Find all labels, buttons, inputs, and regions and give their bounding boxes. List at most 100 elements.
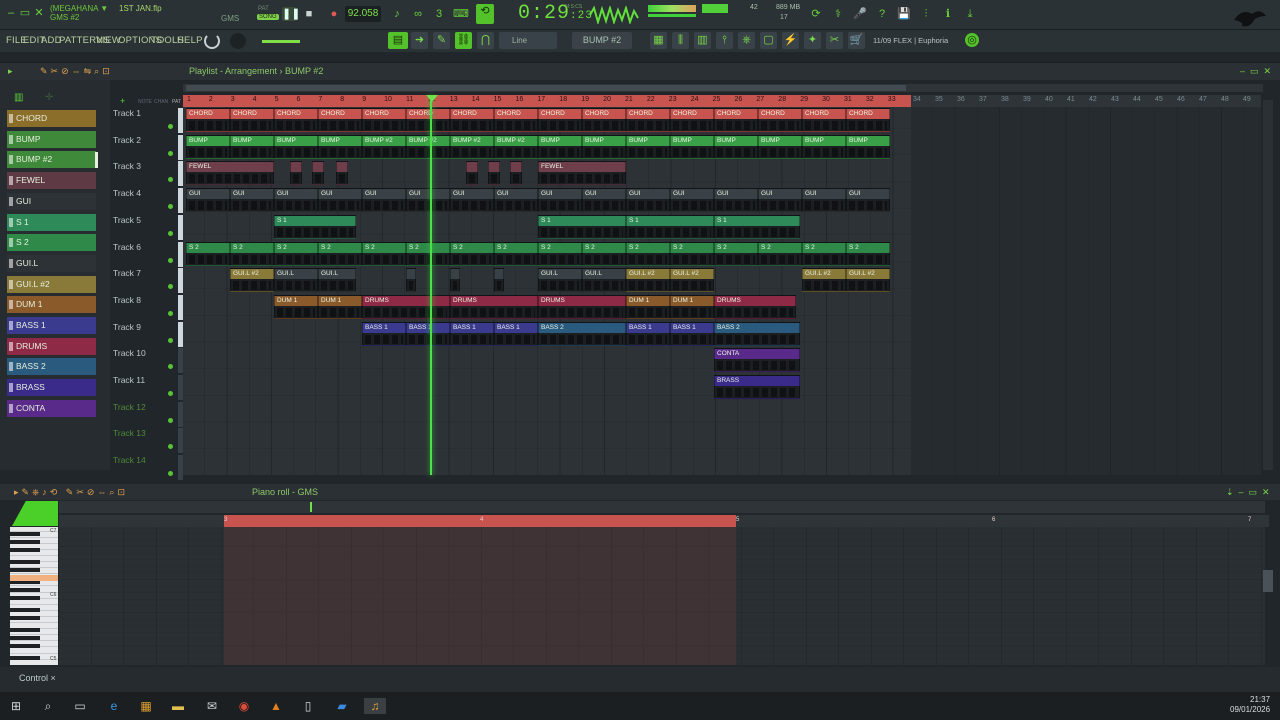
menu-help[interactable]: HELP [177, 35, 203, 46]
pattern-clip[interactable]: DRUMS [714, 294, 796, 319]
pattern-clip[interactable]: BUMP [318, 134, 362, 159]
pattern-clip[interactable]: CHORD [538, 108, 582, 132]
pattern-clip[interactable]: GUI.L #2 [230, 268, 274, 293]
track-mute-led[interactable] [168, 257, 173, 263]
pattern-clip[interactable]: S 2 [846, 241, 890, 266]
pattern-clip[interactable]: S 2 [670, 241, 714, 266]
pattern-clip[interactable]: BASS 1 [362, 321, 406, 346]
pattern-clip[interactable]: BASS 1 [494, 321, 538, 346]
pattern-clip[interactable]: GUI [362, 188, 406, 213]
piano-roll-icon[interactable]: ▥ [694, 32, 711, 49]
pattern-clip[interactable]: S 1 [538, 214, 626, 239]
track-mute-led[interactable] [168, 204, 173, 210]
pattern-clip[interactable]: BASS 2 [538, 321, 626, 346]
track-label[interactable]: Track 14 [113, 455, 173, 465]
tempo-display[interactable]: 92.058 [345, 6, 381, 22]
pattern-clip[interactable]: GUI.L [582, 268, 626, 293]
online-icon[interactable]: ◎ [965, 33, 979, 47]
pattern-clip[interactable]: S 2 [714, 241, 758, 266]
pattern-clip[interactable]: GUI [538, 188, 582, 213]
pattern-clip[interactable]: GUI [846, 188, 890, 213]
picker-item[interactable]: GUI.L #2 [7, 275, 96, 293]
loop-record-icon[interactable]: ⟲ [476, 4, 494, 24]
pattern-clip[interactable]: FEWEL [186, 161, 274, 186]
playlist-grid-empty[interactable] [911, 107, 1261, 475]
plug-icon[interactable]: ⚡ [782, 32, 799, 49]
master-volume-slider[interactable] [262, 40, 300, 43]
pause-button[interactable]: ❚❚ [282, 7, 300, 21]
pattern-clip[interactable]: S 1 [274, 214, 356, 239]
picker-item[interactable]: DUM 1 [7, 296, 96, 314]
record-button[interactable]: ● [327, 7, 341, 21]
pattern-clip[interactable] [290, 161, 302, 186]
window-controls[interactable]: –▭✕ [1240, 66, 1276, 77]
black-key[interactable] [10, 588, 40, 592]
pattern-clip[interactable]: BUMP [714, 134, 758, 159]
link-icon[interactable]: ⛓ [455, 32, 472, 49]
pattern-clip[interactable]: CHORD [406, 108, 450, 132]
pattern-clip[interactable]: GUI [802, 188, 846, 213]
black-key[interactable] [10, 644, 40, 648]
picker-item[interactable]: DRUMS [7, 337, 96, 355]
pattern-clip[interactable]: GUI [230, 188, 274, 213]
track-label[interactable]: Track 2 [113, 135, 173, 145]
track-label[interactable]: Track 12 [113, 402, 173, 412]
folder-icon[interactable]: ▬ [170, 698, 186, 714]
pattern-clip[interactable]: BUMP [186, 134, 230, 159]
pattern-clip[interactable]: BUMP [230, 134, 274, 159]
pattern-clip[interactable]: CHORD [318, 108, 362, 132]
pattern-clip[interactable]: DUM 1 [274, 294, 318, 319]
start-icon[interactable]: ⊞ [8, 698, 24, 714]
track-mute-led[interactable] [168, 230, 173, 236]
track-label[interactable]: Track 4 [113, 188, 173, 198]
track-label[interactable]: Track 11 [113, 375, 173, 385]
pattern-clip[interactable]: CHORD [186, 108, 230, 132]
pattern-clip[interactable]: BUMP [802, 134, 846, 159]
pattern-clip[interactable]: S 2 [362, 241, 406, 266]
system-clock[interactable]: 21:37 09/01/2026 [1230, 695, 1270, 715]
pattern-clip[interactable]: GUI [626, 188, 670, 213]
pattern-clip[interactable]: GUI [406, 188, 450, 213]
metronome-icon[interactable]: ♪ [390, 7, 404, 21]
pattern-clip[interactable]: GUI.L #2 [846, 268, 890, 293]
task-view-icon[interactable]: ▭ [72, 698, 88, 714]
wait-icon[interactable]: ∞ [411, 7, 425, 21]
pattern-clip[interactable]: BASS 2 [714, 321, 800, 346]
pattern-clip[interactable]: DRUMS [538, 294, 626, 319]
project-info[interactable]: (MEGAHANA ▼ GMS #2 [50, 4, 108, 22]
pattern-clip[interactable]: S 2 [186, 241, 230, 266]
playlist-icon[interactable]: ▦ [650, 32, 667, 49]
piano-roll-tools[interactable]: ▸✎⎈♪⟲ ✎✂⊘⇔⌕⊡ [14, 487, 128, 498]
pattern-clip[interactable]: S 2 [582, 241, 626, 266]
save-icon[interactable]: 💾 [897, 7, 911, 21]
pattern-clip[interactable]: CHORD [802, 108, 846, 132]
mail-icon[interactable]: ✉ [204, 698, 220, 714]
picker-item[interactable]: BUMP [7, 130, 96, 148]
pattern-clip[interactable]: BUMP #2 [362, 134, 406, 159]
piano-roll-tool-indicator[interactable] [12, 501, 58, 526]
master-pitch-knob[interactable] [230, 33, 246, 49]
pattern-clip[interactable]: S 1 [714, 214, 800, 239]
track-label[interactable]: Track 13 [113, 428, 173, 438]
picker-item[interactable]: S 1 [7, 213, 96, 231]
fl-studio-icon[interactable]: ♫ [364, 698, 386, 714]
pattern-clip[interactable]: BUMP [538, 134, 582, 159]
song-toggle[interactable]: SONG [257, 14, 279, 20]
control-label[interactable]: Control × [19, 673, 56, 683]
pattern-clip[interactable]: GUI.L #2 [802, 268, 846, 293]
pattern-clip[interactable]: GUI.L #2 [670, 268, 714, 293]
pattern-clip[interactable] [494, 268, 504, 293]
notepad-icon[interactable]: ▯ [300, 698, 316, 714]
tempo-tap-icon[interactable]: ✦ [804, 32, 821, 49]
black-key[interactable] [10, 540, 40, 544]
black-key[interactable] [10, 628, 40, 632]
track-label[interactable]: Track 5 [113, 215, 173, 225]
mic-icon[interactable]: 🎤 [853, 7, 867, 21]
control-close[interactable]: × [51, 673, 56, 683]
pattern-clip[interactable]: BUMP #2 [450, 134, 494, 159]
pattern-clip[interactable] [488, 161, 500, 186]
track-mute-led[interactable] [168, 444, 173, 450]
pattern-clip[interactable] [450, 268, 460, 293]
panic-icon[interactable]: ⚕ [831, 7, 845, 21]
track-label[interactable]: Track 7 [113, 268, 173, 278]
